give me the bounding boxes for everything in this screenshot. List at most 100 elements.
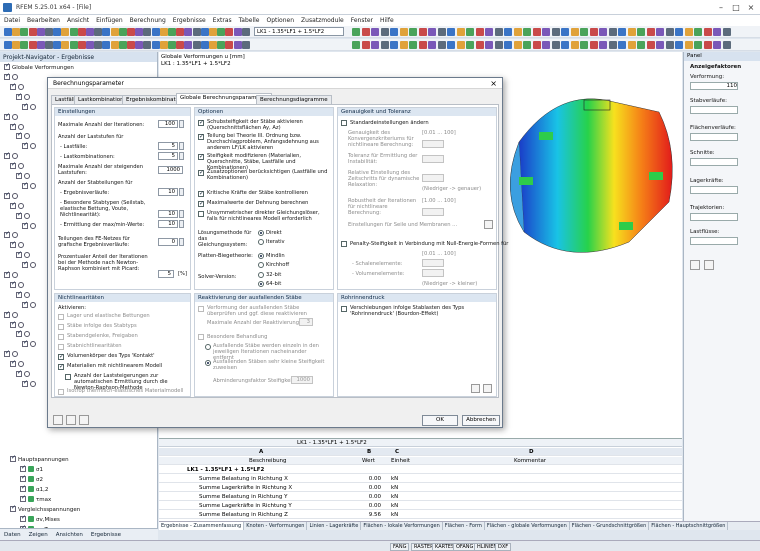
save-default-icon[interactable] bbox=[79, 415, 89, 425]
mindlin-radio[interactable] bbox=[258, 253, 264, 259]
option-checkbox[interactable] bbox=[198, 119, 204, 126]
result-tab-0[interactable]: Ergebnisse - Zusammenfassung bbox=[159, 522, 245, 530]
toolbar-icon[interactable] bbox=[53, 41, 62, 49]
panel-input[interactable] bbox=[690, 213, 738, 221]
bourdon-checkbox[interactable] bbox=[341, 306, 347, 312]
menu-item-0[interactable]: Datei bbox=[0, 15, 23, 24]
newton-percent-input[interactable]: 5 bbox=[158, 270, 174, 278]
toolbar-icon[interactable] bbox=[4, 28, 12, 36]
option-checkbox[interactable] bbox=[198, 153, 204, 160]
max-reactivations-input[interactable]: 3 bbox=[299, 318, 313, 326]
cancel-button[interactable]: Abbrechen bbox=[462, 415, 500, 426]
toolbar-icon[interactable] bbox=[713, 41, 721, 49]
table-group-row[interactable]: LK1 - 1.35*LF1 + 1.5*LF2 bbox=[159, 466, 682, 474]
table-loadcase[interactable]: LK1 - 1.35*LF1 + 1.5*LF2 bbox=[297, 440, 367, 446]
toolbar-icon[interactable] bbox=[200, 28, 209, 36]
solid-input[interactable] bbox=[422, 269, 444, 277]
toolbar-icon[interactable] bbox=[28, 41, 37, 49]
nav-tree-node[interactable] bbox=[10, 83, 26, 91]
toolbar-icon[interactable] bbox=[485, 28, 493, 36]
toolbar-icon[interactable] bbox=[118, 28, 127, 36]
result-diagrams-spinner[interactable] bbox=[179, 188, 184, 196]
toolbar-icon[interactable] bbox=[684, 28, 693, 36]
toolbar-icon[interactable] bbox=[542, 41, 550, 49]
toolbar-icon[interactable] bbox=[45, 41, 53, 49]
toolbar-icon[interactable] bbox=[36, 41, 45, 49]
table-row[interactable]: Summe Belastung in Richtung Z 9.56 kN bbox=[159, 511, 682, 519]
special-types-spinner[interactable] bbox=[179, 210, 184, 218]
result-tab-2[interactable]: Linien - Lagerkräfte bbox=[307, 522, 362, 530]
nav-tree-node[interactable] bbox=[4, 272, 20, 279]
toolbar-icon[interactable] bbox=[192, 41, 201, 49]
toolbar-icon[interactable] bbox=[722, 28, 731, 36]
nav-tree-node[interactable] bbox=[16, 331, 32, 338]
toolbar-icon[interactable] bbox=[176, 28, 185, 36]
panel-input[interactable] bbox=[690, 158, 738, 166]
toolbar-icon[interactable] bbox=[233, 28, 242, 36]
toolbar-icon[interactable] bbox=[637, 41, 645, 49]
nav-tree-node[interactable] bbox=[10, 163, 26, 170]
nonlinearity-checkbox[interactable] bbox=[58, 314, 64, 320]
toolbar-icon[interactable] bbox=[20, 28, 29, 36]
toolbar-icon[interactable] bbox=[61, 41, 70, 49]
toolbar-icon[interactable] bbox=[532, 28, 541, 36]
menu-item-1[interactable]: Bearbeiten bbox=[23, 15, 63, 24]
menu-item-4[interactable]: Berechnung bbox=[126, 15, 169, 24]
toolbar-icon[interactable] bbox=[570, 41, 579, 49]
relaxation-input[interactable] bbox=[422, 174, 444, 182]
nav-tree-item[interactable]: τmax bbox=[20, 496, 51, 503]
toolbar-icon[interactable] bbox=[352, 41, 360, 49]
64bit-radio[interactable] bbox=[258, 281, 264, 287]
panel-input[interactable] bbox=[690, 133, 738, 141]
nav-tree-node[interactable] bbox=[16, 371, 32, 378]
minimize-button[interactable]: – bbox=[714, 2, 728, 13]
status-toggle-5[interactable]: DXF bbox=[495, 543, 512, 551]
fe-mesh-input[interactable]: 0 bbox=[158, 238, 178, 246]
toolbar-icon[interactable] bbox=[418, 41, 427, 49]
menu-item-10[interactable]: Fenster bbox=[347, 15, 376, 24]
dialog-close-icon[interactable]: × bbox=[490, 79, 497, 88]
nav-tree-item[interactable]: σ1 bbox=[20, 466, 43, 473]
toolbar-icon[interactable] bbox=[399, 28, 408, 36]
lastkomb-spinner[interactable] bbox=[179, 152, 184, 160]
loadcase-select[interactable]: LK1 - 1.35*LF1 + 1.5*LF2 bbox=[254, 27, 344, 36]
toolbar-icon[interactable] bbox=[608, 28, 617, 36]
toolbar-icon[interactable] bbox=[184, 28, 193, 36]
toolbar-icon[interactable] bbox=[110, 28, 119, 36]
toolbar-icon[interactable] bbox=[361, 28, 370, 36]
nav-tree-node[interactable] bbox=[22, 380, 38, 388]
toolbar-icon[interactable] bbox=[684, 41, 693, 49]
standard-settings-checkbox[interactable] bbox=[341, 120, 347, 126]
toolbar-icon[interactable] bbox=[176, 41, 185, 49]
nav-tree-node[interactable] bbox=[16, 291, 32, 299]
toolbar-icon[interactable] bbox=[168, 41, 176, 49]
nonlinearity-checkbox[interactable] bbox=[58, 324, 64, 330]
ok-button[interactable]: OK bbox=[422, 415, 458, 426]
toolbar-icon[interactable] bbox=[466, 41, 474, 49]
nonlinearity-checkbox[interactable] bbox=[58, 363, 64, 370]
toolbar-icon[interactable] bbox=[570, 28, 579, 36]
panel-input[interactable]: 110 bbox=[690, 82, 738, 90]
result-diagrams-input[interactable]: 10 bbox=[158, 188, 178, 196]
toolbar-icon[interactable] bbox=[589, 28, 598, 36]
cable-settings-button[interactable] bbox=[484, 220, 493, 229]
toolbar-icon[interactable] bbox=[437, 28, 446, 36]
toolbar-icon[interactable] bbox=[494, 41, 503, 49]
toolbar-icon[interactable] bbox=[371, 41, 379, 49]
nav-tree-node[interactable] bbox=[4, 311, 20, 319]
toolbar-icon[interactable] bbox=[665, 41, 674, 49]
toolbar-icon[interactable] bbox=[168, 28, 176, 36]
toolbar-icon[interactable] bbox=[532, 41, 541, 49]
toolbar-icon[interactable] bbox=[209, 41, 217, 49]
special-treatment-checkbox[interactable] bbox=[198, 334, 204, 340]
nav-tree-item[interactable]: Hauptspannungen bbox=[10, 456, 69, 463]
toolbar-icon[interactable] bbox=[102, 28, 111, 36]
shell-input[interactable] bbox=[422, 259, 444, 267]
nav-item-global-deformations[interactable]: Globale Verformungen bbox=[4, 64, 74, 71]
toolbar-icon[interactable] bbox=[409, 41, 417, 49]
panel-reset-icon[interactable] bbox=[704, 260, 714, 270]
toolbar-icon[interactable] bbox=[618, 28, 626, 36]
toolbar-icon[interactable] bbox=[159, 28, 168, 36]
export-icon[interactable] bbox=[483, 384, 492, 393]
toolbar-icon[interactable] bbox=[184, 41, 193, 49]
